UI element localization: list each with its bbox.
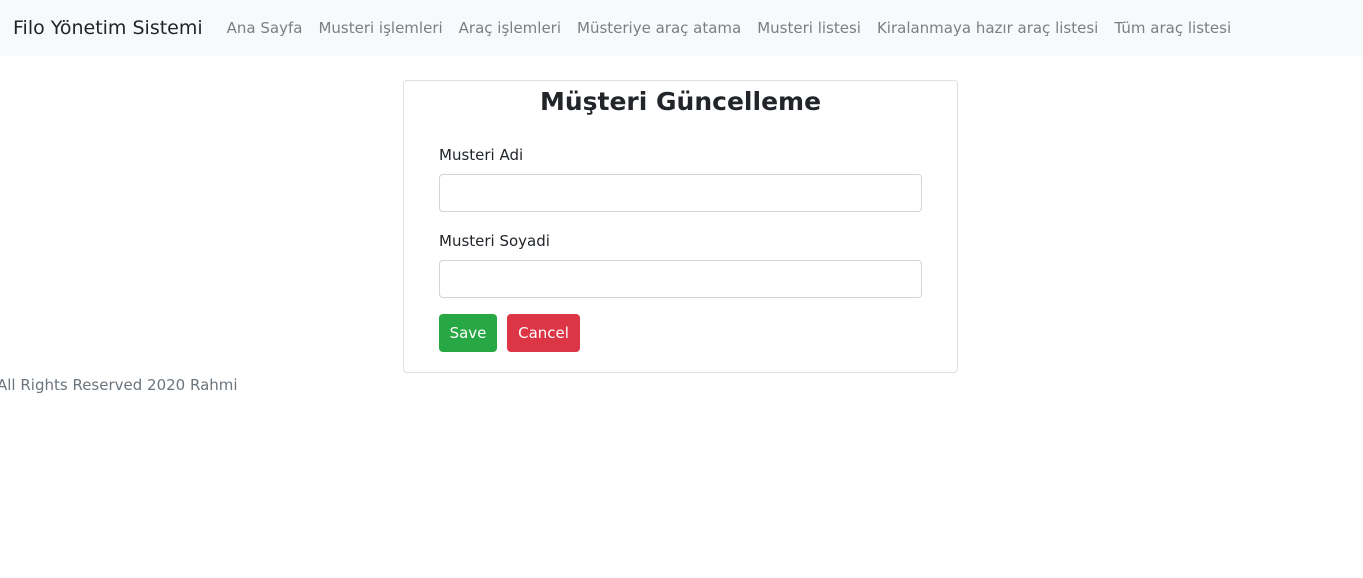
last-name-input[interactable] (439, 260, 922, 298)
nav-link-musteriye-arac-atama[interactable]: Müsteriye araç atama (577, 19, 741, 37)
footer-text: All Rights Reserved 2020 Rahmi (0, 376, 238, 394)
customer-update-card: Müşteri Güncelleme Musteri Adi Musteri S… (403, 80, 958, 373)
form-title: Müşteri Güncelleme (539, 87, 822, 116)
navbar-brand[interactable]: Filo Yönetim Sistemi (13, 17, 203, 39)
nav-link-kiralanmaya-hazir-arac-listesi[interactable]: Kiralanmaya hazır araç listesi (877, 19, 1098, 37)
nav-link-tum-arac-listesi[interactable]: Tüm araç listesi (1114, 19, 1231, 37)
nav-link-arac-islemleri[interactable]: Araç işlemleri (459, 19, 561, 37)
cancel-button[interactable]: Cancel (507, 314, 580, 352)
last-name-label: Musteri Soyadi (439, 232, 550, 250)
nav-link-ana-sayfa[interactable]: Ana Sayfa (227, 19, 303, 37)
first-name-input[interactable] (439, 174, 922, 212)
first-name-label: Musteri Adi (439, 146, 524, 164)
nav-link-musteri-islemleri[interactable]: Musteri işlemleri (318, 19, 442, 37)
top-navbar: Filo Yönetim Sistemi Ana Sayfa Musteri i… (0, 0, 1363, 56)
nav-links: Ana Sayfa Musteri işlemleri Araç işlemle… (227, 19, 1247, 37)
nav-link-musteri-listesi[interactable]: Musteri listesi (757, 19, 861, 37)
save-button[interactable]: Save (439, 314, 497, 352)
